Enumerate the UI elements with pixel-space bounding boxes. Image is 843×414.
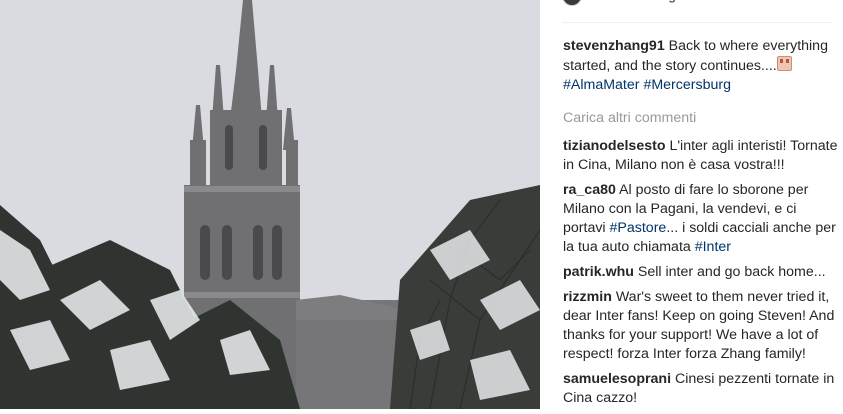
hashtag-link[interactable]: #Inter [695,239,731,255]
comment-username[interactable]: patrik.whu [563,264,634,280]
comment-text: Sell inter and go back home... [633,264,826,280]
caption-username[interactable]: stevenzhang91 [563,38,665,54]
hashtag-link[interactable]: #Mercersburg [643,77,731,93]
post-sidebar: stevenzhang91 stevenzhang91 Back to wher… [540,0,843,409]
header-username[interactable]: stevenzhang91 [602,0,690,3]
comment-username[interactable]: ra_ca80 [563,182,616,198]
hashtag-link[interactable]: #Pastore [610,220,667,236]
load-more-comments-link[interactable]: Carica altri commenti [563,109,696,128]
comment-item: tizianodelsesto L'inter agli interisti! … [563,137,838,175]
comment-item: rizzmin War's sweet to them never tried … [563,288,838,364]
family-emoji-icon [776,56,792,71]
post-photo[interactable] [0,0,540,409]
comments-section: stevenzhang91 Back to where everything s… [563,37,838,414]
post-header: stevenzhang91 [562,0,832,6]
comment-username[interactable]: tizianodelsesto [563,138,666,154]
header-divider [562,22,832,23]
avatar[interactable] [562,0,582,6]
comment-item: ra_ca80 Al posto di fare lo sborone per … [563,181,838,257]
post-caption: stevenzhang91 Back to where everything s… [563,37,838,95]
comment-item: patrik.whu Sell inter and go back home..… [563,263,838,282]
comment-username[interactable]: samuelesoprani [563,371,671,387]
hashtag-link[interactable]: #AlmaMater [563,77,639,93]
church-tower-image [0,0,540,409]
comment-username[interactable]: rizzmin [563,289,612,305]
comment-item: samuelesoprani Cinesi pezzenti tornate i… [563,370,838,408]
